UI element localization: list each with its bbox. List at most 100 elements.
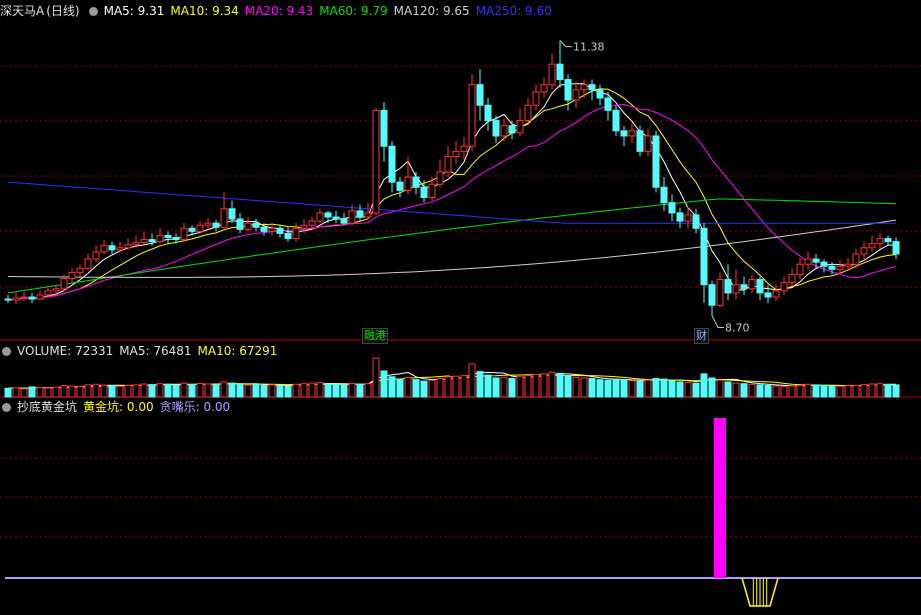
gold-pit-signal-bar bbox=[714, 418, 726, 578]
candle-body bbox=[252, 222, 260, 228]
candle-body bbox=[404, 176, 412, 191]
volume-bar bbox=[420, 380, 428, 398]
volume-bar bbox=[708, 377, 716, 398]
candle-body bbox=[892, 241, 900, 255]
volume-bar bbox=[260, 384, 268, 398]
volume-bar bbox=[236, 384, 244, 398]
min-price-label: 8.70 bbox=[725, 321, 750, 334]
volume-bar bbox=[564, 375, 572, 398]
volume-bar bbox=[508, 378, 516, 398]
candle-body bbox=[188, 227, 196, 232]
volume-bar bbox=[252, 383, 260, 398]
candle-body bbox=[212, 222, 220, 228]
candle-body bbox=[28, 296, 36, 300]
volume-bar bbox=[652, 378, 660, 398]
volume-bar bbox=[468, 363, 476, 398]
volume-bar bbox=[828, 385, 836, 398]
volume-bar bbox=[4, 387, 12, 398]
candle-body bbox=[884, 238, 892, 243]
event-tag-rong-gang[interactable]: 融港 bbox=[362, 328, 388, 344]
volume-bar bbox=[132, 384, 140, 398]
volume-bar bbox=[572, 376, 580, 398]
candle-body bbox=[764, 292, 772, 298]
candle-body bbox=[516, 120, 524, 134]
candle-body bbox=[812, 258, 820, 263]
max-price-label: 11.38 bbox=[573, 41, 605, 54]
candle-body bbox=[820, 261, 828, 267]
candle-body bbox=[4, 298, 12, 301]
candle-body bbox=[156, 234, 164, 243]
candle-body bbox=[444, 155, 452, 173]
volume-bar bbox=[724, 381, 732, 398]
panel-menu-icon[interactable] bbox=[2, 347, 11, 356]
volume-bar bbox=[556, 372, 564, 398]
ma20-line bbox=[7, 103, 897, 301]
volume-bar bbox=[452, 375, 460, 398]
candle-body bbox=[740, 284, 748, 290]
candle-body bbox=[708, 284, 716, 306]
candle-body bbox=[44, 290, 52, 296]
candle-body bbox=[60, 278, 68, 290]
volume-bar bbox=[500, 376, 508, 398]
volume-bar bbox=[644, 379, 652, 398]
volume-bar bbox=[764, 384, 772, 398]
volume-bar bbox=[876, 383, 884, 398]
candle-body bbox=[660, 186, 668, 204]
candle-body bbox=[396, 181, 404, 191]
volume-bar bbox=[356, 383, 364, 398]
candle-body bbox=[148, 239, 156, 243]
volume-bar bbox=[540, 373, 548, 398]
candle-body bbox=[316, 212, 324, 222]
volume-bar bbox=[116, 385, 124, 398]
volume-bar bbox=[484, 374, 492, 398]
panel-menu-icon[interactable] bbox=[88, 7, 98, 16]
volume-bar bbox=[436, 378, 444, 398]
panel-menu-icon[interactable] bbox=[2, 403, 11, 412]
candle-body bbox=[372, 109, 380, 214]
main-panel-header: 深天马A (日线) MA5: 9.31 MA10: 9.34 MA20: 9.43 MA6… bbox=[0, 3, 564, 19]
candle-body bbox=[684, 214, 692, 222]
ma-legend-item: MA5: 9.31 bbox=[103, 4, 165, 18]
candle-body bbox=[460, 145, 468, 152]
volume-bar bbox=[332, 384, 340, 398]
volume-bar bbox=[492, 377, 500, 398]
volume-title: VOLUME: 72331 bbox=[17, 344, 114, 358]
volume-bar bbox=[412, 379, 420, 398]
indicator-name[interactable]: 抄底黄金坑 bbox=[17, 400, 77, 414]
volume-ma5: MA5: 76481 bbox=[119, 344, 192, 358]
candle-body bbox=[292, 227, 300, 240]
volume-bar bbox=[324, 383, 332, 398]
candle-body bbox=[580, 84, 588, 91]
stock-name[interactable]: 深天马A bbox=[0, 4, 44, 18]
chart-canvas: 11.38 8.70 bbox=[0, 40, 921, 607]
volume-ma10: MA10: 67291 bbox=[197, 344, 278, 358]
candle-body bbox=[748, 279, 756, 290]
candle-body bbox=[284, 232, 292, 240]
volume-bar bbox=[300, 383, 308, 398]
candle-body bbox=[388, 145, 396, 183]
ma-legend-item: MA60: 9.79 bbox=[319, 4, 388, 18]
volume-bar bbox=[164, 383, 172, 398]
candle-body bbox=[236, 218, 244, 230]
candle-body bbox=[836, 265, 844, 270]
volume-bar bbox=[636, 380, 644, 398]
indicator-panel-header: 抄底黄金坑 黄金坑: 0.00 贪嘴乐: 0.00 bbox=[0, 399, 236, 415]
period-label: (日线) bbox=[46, 4, 80, 18]
volume-bar bbox=[188, 384, 196, 398]
candle-body bbox=[12, 297, 20, 301]
candle-body bbox=[180, 227, 188, 241]
volume-bar bbox=[716, 379, 724, 398]
candle-body bbox=[796, 263, 804, 275]
volume-bar bbox=[860, 384, 868, 398]
candle-body bbox=[172, 237, 180, 241]
volume-bar bbox=[100, 384, 108, 398]
indicator-gold: 黄金坑: 0.00 bbox=[83, 400, 154, 414]
event-tag-earnings[interactable]: 财 bbox=[694, 328, 709, 344]
indicator-greed: 贪嘴乐: 0.00 bbox=[159, 400, 231, 414]
volume-bar bbox=[124, 384, 132, 398]
volume-bar bbox=[228, 382, 236, 398]
candle-body bbox=[428, 183, 436, 199]
candle-body bbox=[220, 208, 228, 228]
volume-bar bbox=[316, 382, 324, 398]
candle-body bbox=[572, 89, 580, 101]
